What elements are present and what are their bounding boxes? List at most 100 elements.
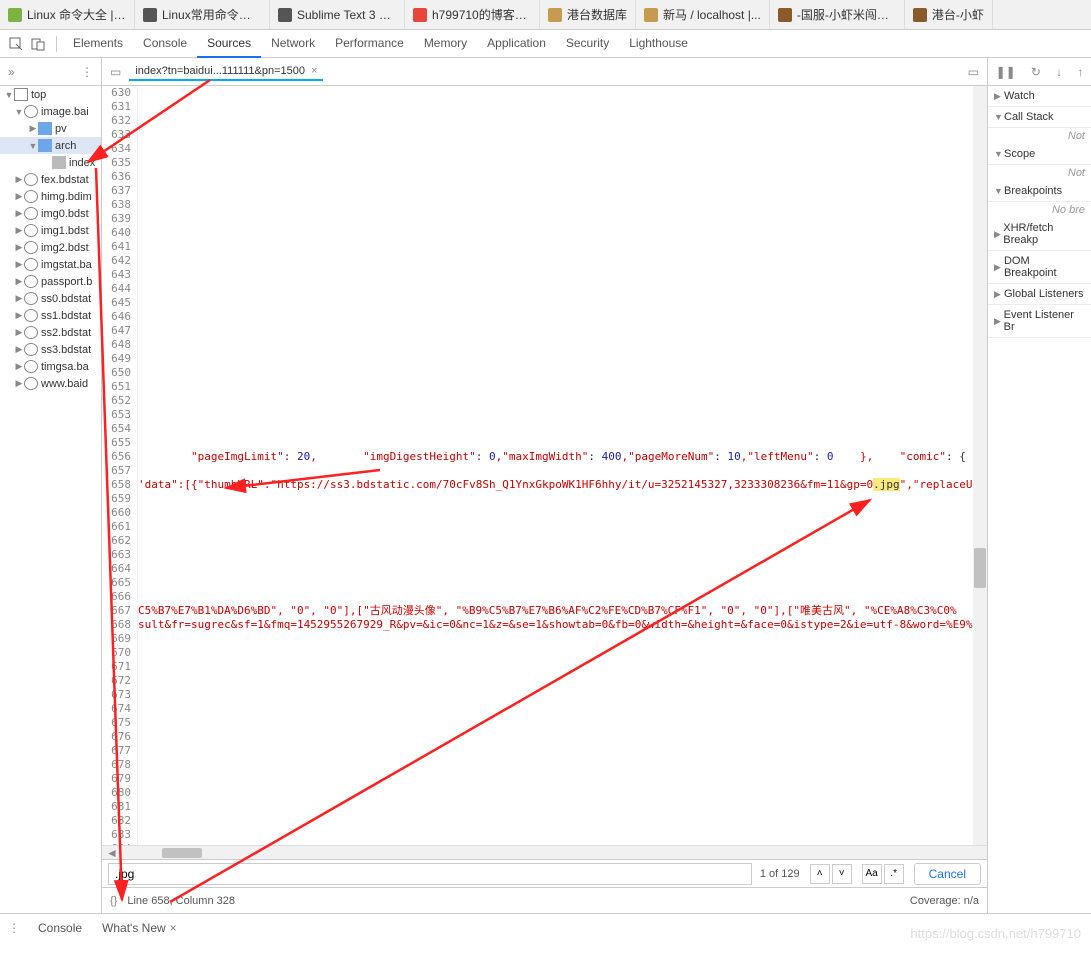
scrollbar-thumb[interactable] (162, 848, 202, 858)
scroll-left-icon[interactable]: ◄ (102, 846, 122, 860)
tree-item[interactable]: ▶imgstat.ba (0, 256, 101, 273)
search-input[interactable] (108, 863, 752, 885)
toggle-sidebar-icon[interactable]: ▭ (110, 65, 121, 79)
prev-match-button[interactable]: ˄ (810, 864, 830, 884)
vertical-scrollbar[interactable] (973, 86, 987, 845)
devtools-tab-console[interactable]: Console (133, 30, 197, 58)
devtools-tab-application[interactable]: Application (477, 30, 556, 58)
browser-tab[interactable]: h799710的博客_C... (405, 0, 540, 29)
tree-item[interactable]: ▶ss2.bdstat (0, 324, 101, 341)
browser-tab[interactable]: Linux常用命令大全... (135, 0, 270, 29)
devtools-tab-security[interactable]: Security (556, 30, 619, 58)
code-content[interactable]: "pageImgLimit": 20, "imgDigestHeight": 0… (138, 86, 973, 845)
twisty-icon[interactable]: ▼ (994, 112, 1004, 122)
inspect-icon[interactable] (6, 34, 26, 54)
devtools-tab-lighthouse[interactable]: Lighthouse (619, 30, 698, 58)
devtools-tab-performance[interactable]: Performance (325, 30, 414, 58)
cancel-button[interactable]: Cancel (914, 863, 981, 885)
tree-item[interactable]: ▶img0.bdst (0, 205, 101, 222)
tree-item[interactable]: ▶passport.b (0, 273, 101, 290)
browser-tab[interactable]: Linux 命令大全 | 菜... (0, 0, 135, 29)
browser-tab[interactable]: 新马 / localhost |... (636, 0, 770, 29)
panel-section[interactable]: ▶DOM Breakpoint (988, 251, 1091, 284)
twisty-icon[interactable]: ▼ (14, 107, 24, 117)
tree-item[interactable]: ▼top (0, 86, 101, 103)
scrollbar-thumb[interactable] (974, 548, 986, 588)
tree-item[interactable]: ▶img1.bdst (0, 222, 101, 239)
twisty-icon[interactable]: ▶ (14, 174, 24, 185)
devtools-tab-elements[interactable]: Elements (63, 30, 133, 58)
tree-item[interactable]: ▶timgsa.ba (0, 358, 101, 375)
more-icon[interactable]: ⋮ (81, 65, 93, 79)
panel-section[interactable]: ▼Call Stack (988, 107, 1091, 128)
twisty-icon[interactable]: ▶ (28, 123, 38, 134)
tree-item[interactable]: ▶pv (0, 120, 101, 137)
twisty-icon[interactable]: ▶ (994, 229, 1003, 240)
devtools-tab-memory[interactable]: Memory (414, 30, 477, 58)
devtools-tab-network[interactable]: Network (261, 30, 325, 58)
panel-section[interactable]: ▼Scope (988, 144, 1091, 165)
tree-item[interactable]: ▶ss3.bdstat (0, 341, 101, 358)
twisty-icon[interactable]: ▼ (28, 141, 38, 151)
drawer-more-icon[interactable]: ⋮ (8, 921, 20, 935)
twisty-icon[interactable]: ▶ (14, 310, 24, 321)
twisty-icon[interactable]: ▶ (994, 289, 1004, 300)
twisty-icon[interactable]: ▼ (4, 90, 14, 100)
browser-tab[interactable]: -国服-小虾米闯江湖 (770, 0, 905, 29)
twisty-icon[interactable]: ▶ (14, 225, 24, 236)
tree-item[interactable]: ▶ss1.bdstat (0, 307, 101, 324)
twisty-icon[interactable]: ▶ (994, 91, 1004, 102)
tab-label: Sublime Text 3 快... (297, 6, 396, 23)
browser-tab[interactable]: 港台-小虾 (905, 0, 993, 29)
tree-label: image.bai (41, 106, 89, 118)
pause-icon[interactable]: ❚❚ (996, 65, 1016, 79)
twisty-icon[interactable]: ▶ (14, 276, 24, 287)
panel-section[interactable]: ▶XHR/fetch Breakp (988, 218, 1091, 251)
chevrons-icon[interactable]: » (8, 65, 15, 79)
toggle-right-icon[interactable]: ▭ (968, 65, 979, 79)
twisty-icon[interactable]: ▶ (14, 191, 24, 202)
browser-tab[interactable]: Sublime Text 3 快... (270, 0, 405, 29)
twisty-icon[interactable]: ▶ (14, 344, 24, 355)
step-out-icon[interactable]: ↑ (1077, 65, 1083, 79)
step-over-icon[interactable]: ↻ (1031, 65, 1041, 79)
next-match-button[interactable]: ˅ (832, 864, 852, 884)
close-icon[interactable]: × (170, 921, 177, 935)
twisty-icon[interactable]: ▶ (14, 242, 24, 253)
close-icon[interactable]: × (311, 65, 317, 77)
devtools-tab-sources[interactable]: Sources (197, 30, 261, 58)
tree-item[interactable]: ▶www.baid (0, 375, 101, 392)
twisty-icon[interactable]: ▼ (994, 186, 1004, 196)
twisty-icon[interactable]: ▶ (14, 361, 24, 372)
tree-item[interactable]: ▼ image.bai (0, 103, 101, 120)
case-button[interactable]: Aa (862, 864, 882, 884)
tree-item[interactable]: index (0, 154, 101, 171)
twisty-icon[interactable]: ▶ (14, 293, 24, 304)
panel-section[interactable]: ▼Breakpoints (988, 181, 1091, 202)
device-icon[interactable] (28, 34, 48, 54)
twisty-icon[interactable]: ▶ (994, 262, 1004, 273)
twisty-icon[interactable]: ▶ (14, 378, 24, 389)
braces-icon[interactable]: {} (110, 895, 117, 907)
panel-section[interactable]: ▶Event Listener Br (988, 305, 1091, 338)
panel-section[interactable]: ▶Watch (988, 86, 1091, 107)
regex-button[interactable]: .* (884, 864, 904, 884)
open-file-tab[interactable]: index?tn=baidui...111111&pn=1500 × (129, 63, 323, 81)
drawer-tab-whatsnew[interactable]: What's New× (92, 917, 187, 939)
twisty-icon[interactable]: ▼ (994, 149, 1004, 159)
browser-tab[interactable]: 港台数据库 (540, 0, 636, 29)
twisty-icon[interactable]: ▶ (994, 316, 1004, 327)
tree-item[interactable]: ▶ss0.bdstat (0, 290, 101, 307)
tree-item[interactable]: ▶himg.bdim (0, 188, 101, 205)
drawer-tab-console[interactable]: Console (28, 917, 92, 939)
tree-item[interactable]: ▶fex.bdstat (0, 171, 101, 188)
twisty-icon[interactable]: ▶ (14, 259, 24, 270)
panel-section[interactable]: ▶Global Listeners (988, 284, 1091, 305)
step-into-icon[interactable]: ↓ (1056, 65, 1062, 79)
twisty-icon[interactable]: ▶ (14, 208, 24, 219)
horizontal-scrollbar[interactable]: ◄ (102, 845, 987, 859)
tree-item[interactable]: ▼arch (0, 137, 101, 154)
twisty-icon[interactable]: ▶ (14, 327, 24, 338)
tab-label: h799710的博客_C... (432, 6, 531, 23)
tree-item[interactable]: ▶img2.bdst (0, 239, 101, 256)
